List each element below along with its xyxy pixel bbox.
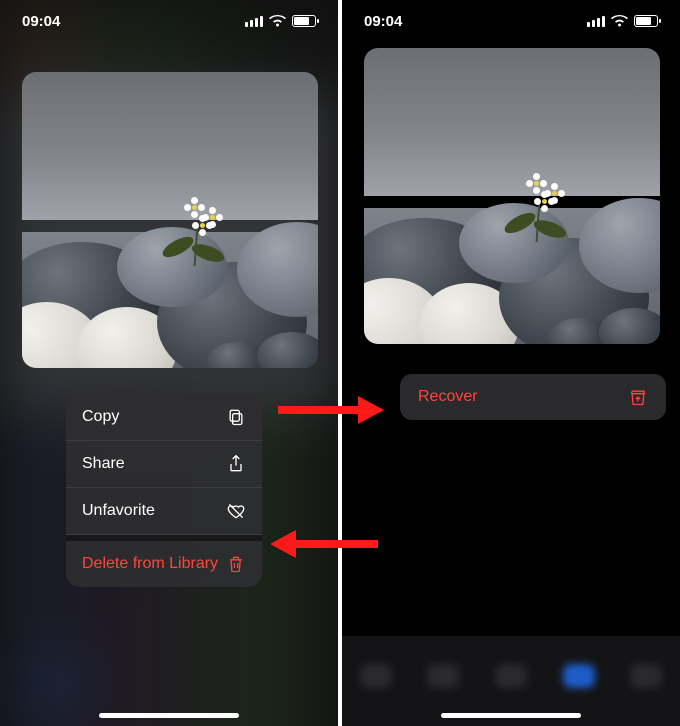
share-icon (226, 454, 246, 474)
status-indicators (587, 15, 658, 27)
wifi-icon (611, 15, 628, 27)
status-indicators (245, 15, 316, 27)
menu-label: Share (82, 455, 125, 473)
copy-icon (226, 407, 246, 427)
status-bar: 09:04 (0, 10, 338, 32)
home-indicator[interactable] (441, 713, 581, 718)
photo-preview[interactable] (22, 72, 318, 368)
screenshot-context-menu: 09:04 Cop (0, 0, 338, 726)
recover-icon (628, 387, 648, 407)
menu-item-share[interactable]: Share (66, 441, 262, 488)
recover-label: Recover (418, 388, 478, 406)
annotation-arrow-right (278, 396, 386, 424)
status-time: 09:04 (22, 13, 60, 30)
tab-items (342, 664, 680, 688)
status-bar: 09:04 (342, 10, 680, 32)
menu-label: Delete from Library (82, 555, 218, 573)
photo-preview[interactable] (364, 48, 660, 344)
cellular-icon (587, 16, 605, 27)
menu-label: Copy (82, 408, 119, 426)
battery-icon (634, 15, 658, 27)
heart-slash-icon (226, 501, 246, 521)
annotation-arrow-left (270, 530, 378, 558)
home-indicator[interactable] (99, 713, 239, 718)
screenshot-recently-deleted: 09:04 Recover (342, 0, 680, 726)
menu-item-unfavorite[interactable]: Unfavorite (66, 488, 262, 535)
battery-icon (292, 15, 316, 27)
wifi-icon (269, 15, 286, 27)
context-menu: Copy Share Unfavorite Delete from Librar… (66, 394, 262, 587)
trash-icon (226, 554, 246, 574)
cellular-icon (245, 16, 263, 27)
menu-label: Unfavorite (82, 502, 155, 520)
menu-item-delete[interactable]: Delete from Library (66, 541, 262, 587)
menu-item-copy[interactable]: Copy (66, 394, 262, 441)
status-time: 09:04 (364, 13, 402, 30)
recover-button[interactable]: Recover (400, 374, 666, 420)
